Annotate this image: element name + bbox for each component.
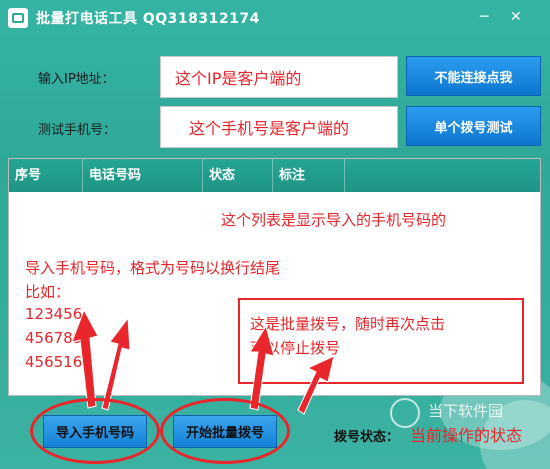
column-header-note[interactable]: 标注	[273, 159, 345, 192]
callout-line: 这是批量拨号，随时再次点击	[250, 315, 446, 333]
example-number: 123456	[25, 305, 83, 323]
start-batch-dial-button[interactable]: 开始批量拨号	[160, 398, 290, 464]
phone-label: 测试手机号：	[38, 123, 117, 138]
column-header-status[interactable]: 状态	[203, 159, 273, 192]
annotation-list-purpose: 这个列表是显示导入的手机号码的	[221, 211, 447, 229]
test-dial-button[interactable]: 单个拨号测试	[406, 106, 541, 146]
app-window: 批量打电话工具 QQ318312174 ─ ✕ 输入IP地址： 这个IP是客户端…	[0, 0, 550, 469]
annotation-example: 比如：	[25, 283, 71, 301]
list-header: 序号 电话号码 状态 标注	[9, 159, 540, 192]
ip-input[interactable]: 这个IP是客户端的	[160, 56, 398, 98]
annotation-import-format: 导入手机号码，格式为号码以换行结尾	[25, 259, 281, 277]
window-title: 批量打电话工具 QQ318312174	[36, 11, 260, 27]
title-bar[interactable]: 批量打电话工具 QQ318312174 ─ ✕	[0, 0, 550, 36]
phone-input[interactable]: 这个手机号是客户端的	[160, 106, 398, 148]
annotation-callout: 这是批量拨号，随时再次点击 可以停止拨号	[238, 298, 524, 384]
import-numbers-button[interactable]: 导入手机号码	[30, 398, 160, 464]
ip-label: 输入IP地址：	[38, 72, 115, 87]
status-label: 拨号状态：	[334, 430, 400, 445]
import-numbers-label: 导入手机号码	[42, 414, 147, 448]
start-batch-dial-label: 开始批量拨号	[172, 414, 277, 448]
minimize-icon[interactable]: ─	[480, 10, 488, 24]
status-value: 当前操作的状态	[410, 426, 523, 445]
watermark-text: 当下软件园	[428, 402, 504, 420]
example-number: 456789	[25, 329, 83, 347]
column-header-index[interactable]: 序号	[9, 159, 83, 192]
callout-line: 可以停止拨号	[250, 339, 341, 357]
example-number: 4565165	[25, 353, 92, 371]
app-icon	[8, 8, 28, 28]
column-header-phone[interactable]: 电话号码	[83, 159, 203, 192]
connect-button[interactable]: 不能连接点我	[406, 56, 541, 96]
close-icon[interactable]: ✕	[510, 10, 522, 24]
